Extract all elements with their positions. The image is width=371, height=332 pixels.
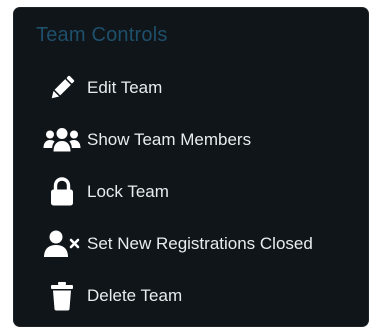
edit-team-menu-item[interactable]: Edit Team: [14, 62, 368, 114]
delete-team-label: Delete Team: [87, 286, 183, 305]
set-new-registrations-closed-label: Set New Registrations Closed: [87, 234, 313, 253]
menu-list: Edit Team Show Team Members Lock Team Se…: [14, 62, 368, 322]
lock-icon: [42, 176, 82, 208]
set-new-registrations-closed-menu-item[interactable]: Set New Registrations Closed: [14, 218, 368, 270]
user-times-icon: [42, 228, 82, 260]
trash-icon: [42, 280, 82, 312]
lock-team-label: Lock Team: [87, 182, 169, 201]
edit-team-label: Edit Team: [87, 78, 163, 97]
show-team-members-menu-item[interactable]: Show Team Members: [14, 114, 368, 166]
users-icon: [42, 124, 82, 156]
screenshot-frame: Team Controls Edit Team Show Team Member…: [0, 0, 371, 332]
show-team-members-label: Show Team Members: [87, 130, 252, 149]
lock-team-menu-item[interactable]: Lock Team: [14, 166, 368, 218]
team-controls-menu: Team Controls Edit Team Show Team Member…: [14, 8, 368, 326]
delete-team-menu-item[interactable]: Delete Team: [14, 270, 368, 322]
menu-title: Team Controls: [36, 24, 168, 46]
pencil-icon: [42, 72, 82, 104]
